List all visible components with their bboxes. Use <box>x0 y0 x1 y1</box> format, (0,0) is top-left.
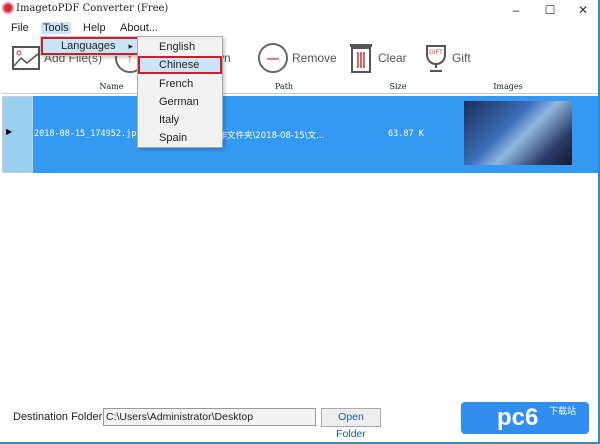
clear-button[interactable]: Clear <box>348 40 407 76</box>
image-thumbnail <box>464 101 572 165</box>
pc6-watermark: pc6 下载站 <box>461 402 589 434</box>
table-row[interactable]: 2018-08-15_174952.jpg 字畅工作文件夹\2018-08-15… <box>33 96 598 173</box>
menu-help[interactable]: Help <box>83 22 106 34</box>
language-french[interactable]: French <box>138 75 222 93</box>
row-pointer-icon: ▶ <box>6 127 13 136</box>
minimize-button[interactable]: – <box>506 3 526 17</box>
trash-icon <box>350 44 372 73</box>
cell-size: 63.87 K <box>388 129 424 139</box>
destination-label: Destination Folder: <box>13 411 106 423</box>
languages-submenu: English Chinese French German Italy Spai… <box>137 36 223 148</box>
row-selector[interactable]: ▶ <box>2 96 33 173</box>
open-folder-button[interactable]: Open Folder <box>321 408 381 440</box>
maximize-button[interactable]: ☐ <box>540 3 560 17</box>
gift-button[interactable]: GIFT Gift <box>424 40 471 76</box>
gift-label: Gift <box>452 51 471 65</box>
tools-dropdown: Languages ▸ <box>40 36 142 56</box>
svg-text:GIFT: GIFT <box>429 50 443 56</box>
app-window: ImagetoPDF Converter (Free) – ☐ ✕ File T… <box>0 0 600 444</box>
gift-trophy-icon: GIFT <box>426 45 446 72</box>
language-italy[interactable]: Italy <box>138 111 222 129</box>
watermark-logo: pc6 <box>497 404 539 431</box>
destination-input[interactable]: C:\Users\Administrator\Desktop <box>103 408 316 426</box>
watermark-sub: 下载站 <box>549 406 577 416</box>
clear-label: Clear <box>378 51 407 65</box>
remove-button[interactable]: — Remove <box>258 40 337 76</box>
language-spain[interactable]: Spain <box>138 129 222 147</box>
close-button[interactable]: ✕ <box>573 3 593 17</box>
window-title: ImagetoPDF Converter (Free) <box>16 3 169 14</box>
menu-about[interactable]: About... <box>120 22 158 34</box>
menu-bar: File Tools Help About... <box>0 20 598 36</box>
remove-label: Remove <box>292 51 337 65</box>
menu-tools[interactable]: Tools <box>41 22 71 34</box>
language-english[interactable]: English <box>138 38 222 56</box>
image-icon <box>12 46 40 70</box>
table-header: Name Path Size Images <box>2 80 598 94</box>
file-table: Name Path Size Images ▶ 2018-08-15_17495… <box>2 80 598 390</box>
language-german[interactable]: German <box>138 93 222 111</box>
header-size[interactable]: Size <box>378 82 418 91</box>
minus-icon: — <box>258 43 288 73</box>
title-bar: ImagetoPDF Converter (Free) – ☐ ✕ <box>0 0 598 18</box>
menu-file[interactable]: File <box>11 22 29 34</box>
bottom-bar: Destination Folder: C:\Users\Administrat… <box>0 398 598 442</box>
languages-label: Languages <box>61 40 116 52</box>
submenu-arrow-icon: ▸ <box>128 41 133 51</box>
header-images[interactable]: Images <box>418 82 598 91</box>
app-icon <box>2 2 14 14</box>
language-chinese[interactable]: Chinese <box>138 56 222 74</box>
menu-item-languages[interactable]: Languages ▸ <box>41 37 141 55</box>
